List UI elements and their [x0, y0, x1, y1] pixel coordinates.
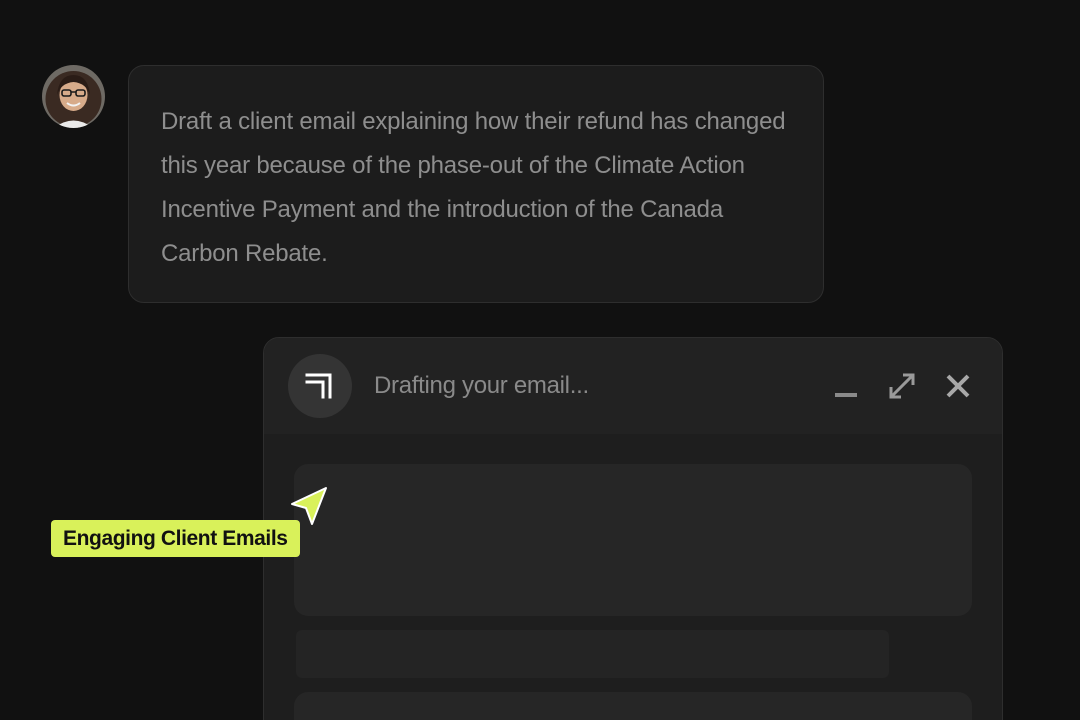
minimize-icon	[835, 393, 857, 397]
skeleton-block	[294, 692, 972, 720]
draft-status-text: Drafting your email...	[374, 372, 589, 399]
draft-header: Drafting your email...	[264, 338, 1002, 434]
corner-arrow-logo-icon	[305, 373, 332, 399]
user-message-bubble: Draft a client email explaining how thei…	[128, 65, 824, 303]
user-avatar-photo	[42, 65, 105, 128]
minimize-button[interactable]	[830, 370, 862, 402]
chat-stage: Draft a client email explaining how thei…	[0, 0, 1080, 720]
draft-body-loading	[264, 434, 1002, 720]
expand-icon	[889, 373, 915, 399]
expand-button[interactable]	[886, 370, 918, 402]
window-controls	[830, 370, 974, 402]
user-message-text: Draft a client email explaining how thei…	[161, 108, 786, 267]
close-button[interactable]	[942, 370, 974, 402]
user-avatar	[42, 65, 105, 128]
skeleton-line	[296, 630, 889, 678]
email-draft-window: Drafting your email...	[263, 337, 1003, 720]
collaborator-cursor-label: Engaging Client Emails	[51, 520, 300, 557]
close-icon	[946, 374, 970, 398]
skeleton-block	[294, 464, 972, 616]
app-logo	[288, 354, 352, 418]
